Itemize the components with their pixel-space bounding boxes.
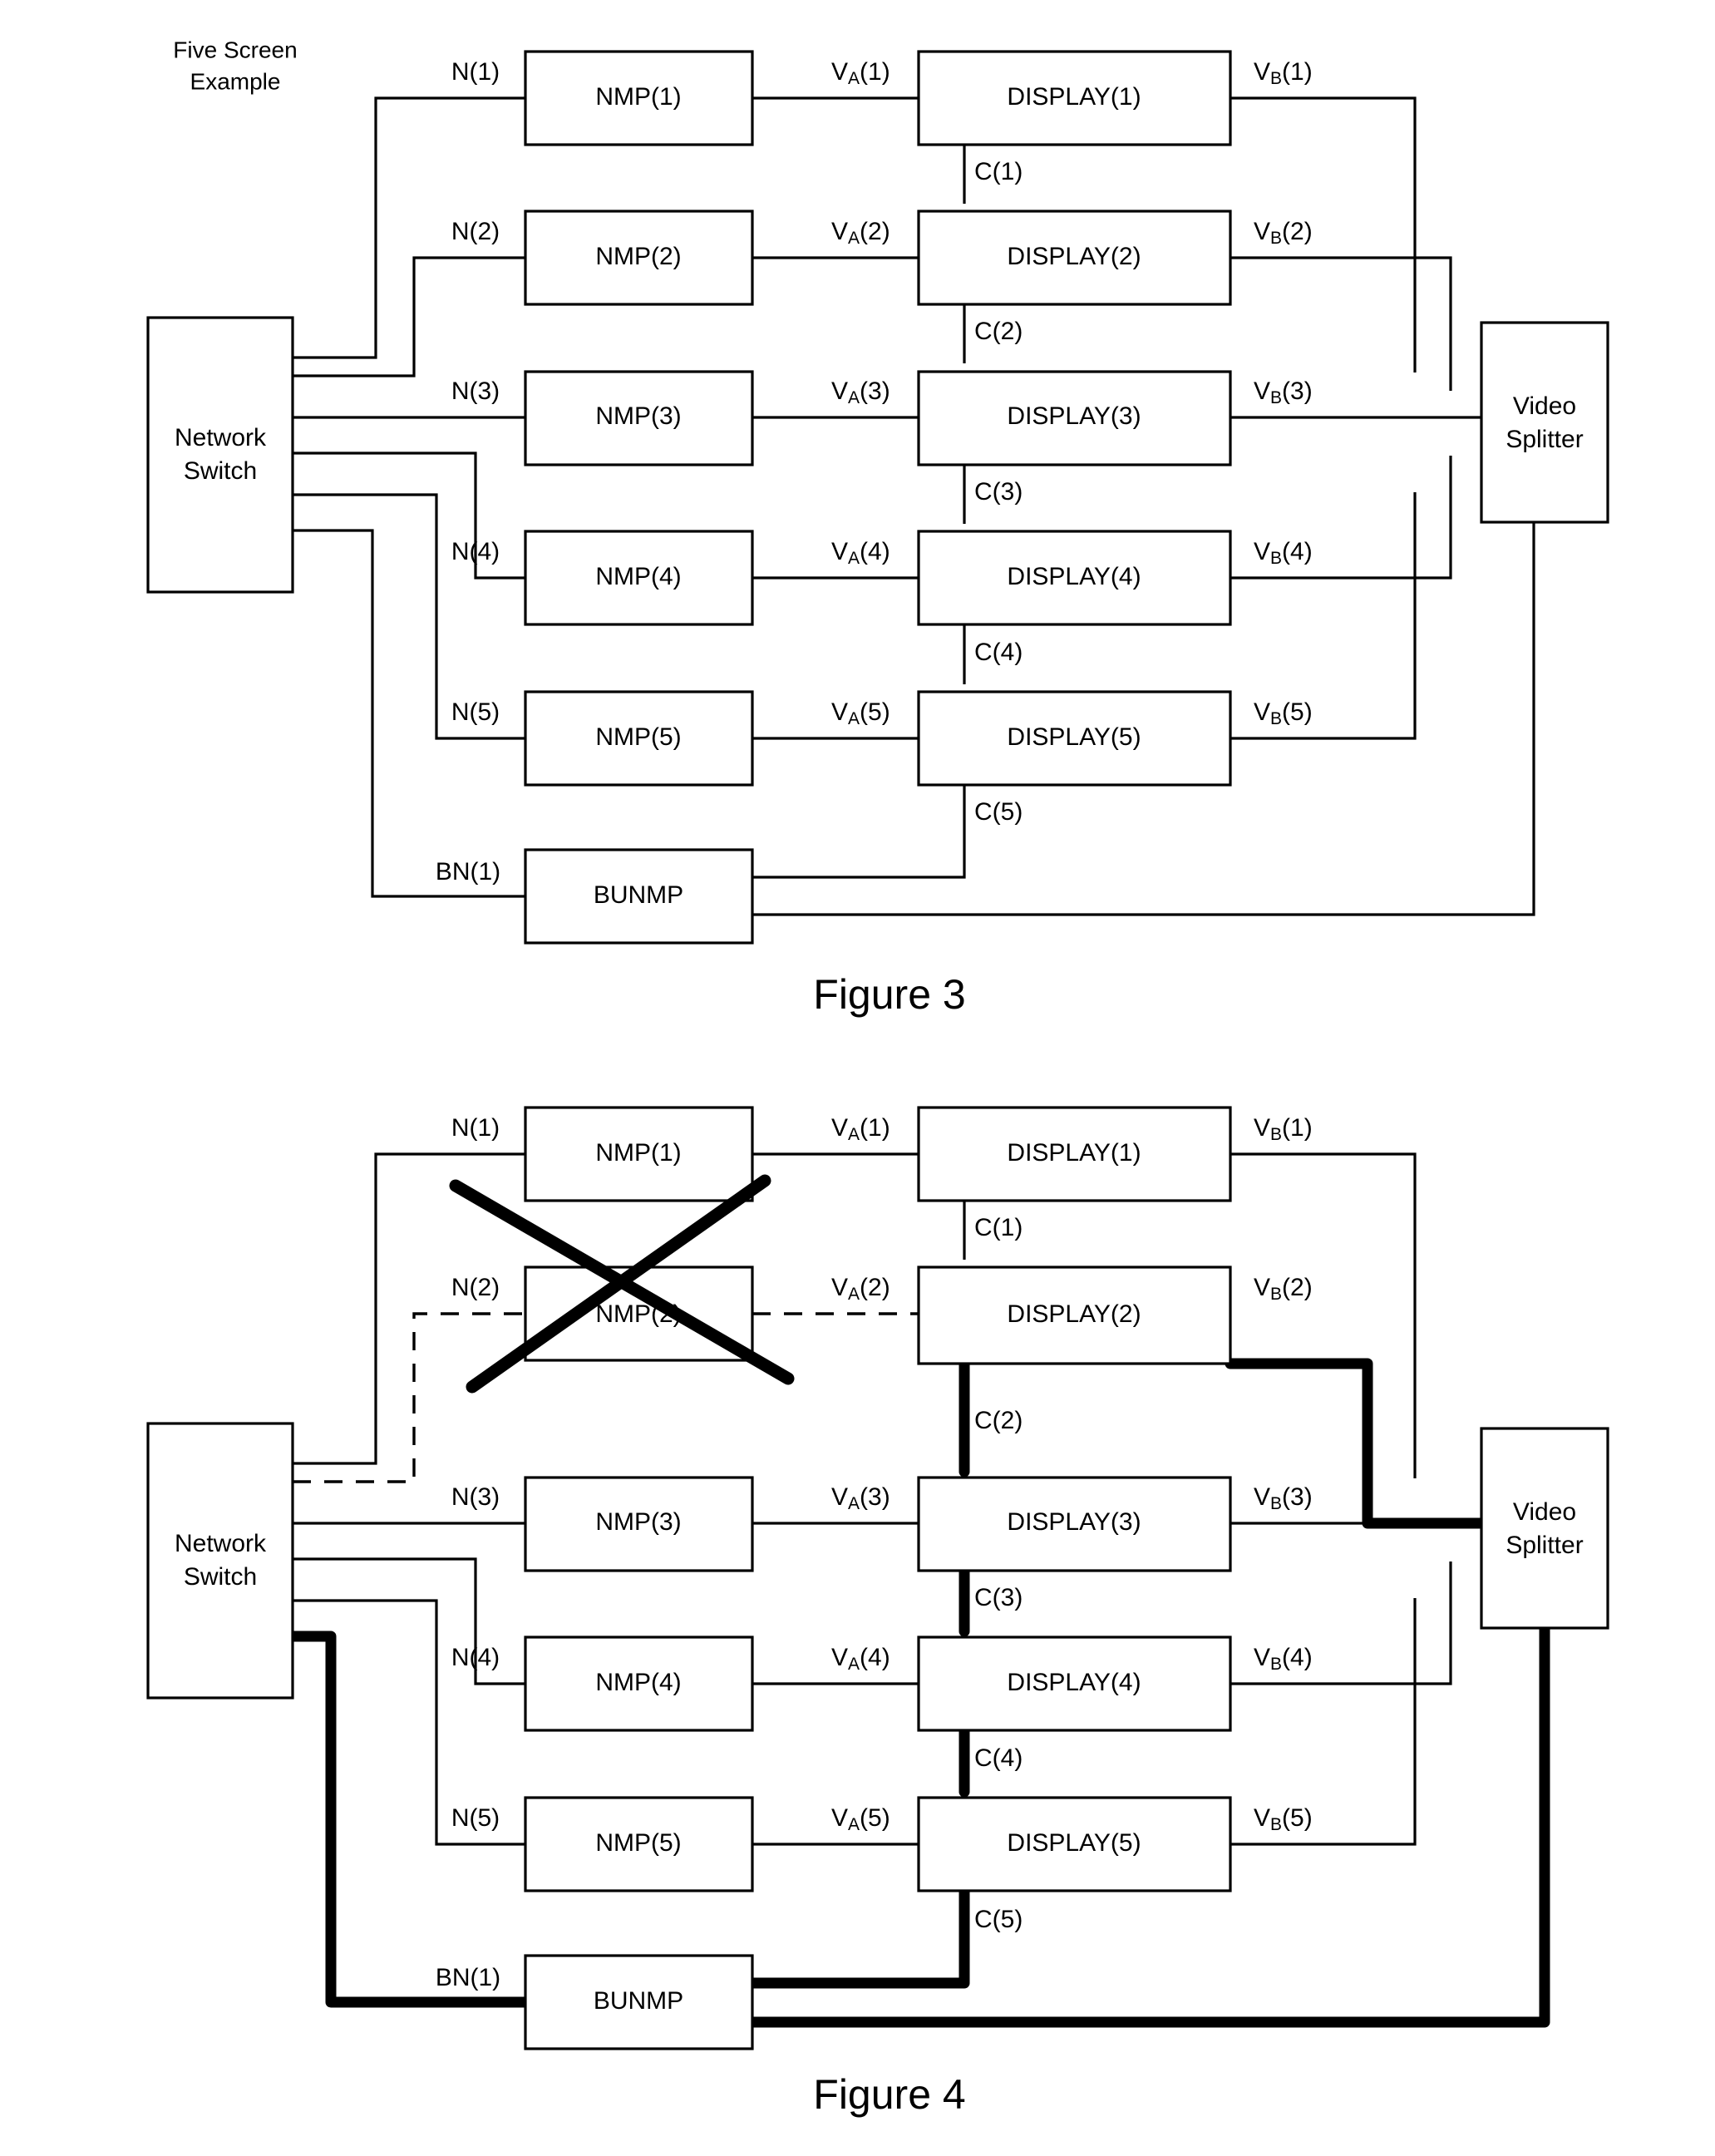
fig3-label-c3: C(3) [974,478,1023,506]
fig4-wire-c5-bold [747,1886,970,1989]
fig4-label-n3: N(3) [451,1483,500,1511]
fig4-label-vb4: VB(4) [1254,1644,1313,1674]
fig4-label-c1: C(1) [974,1214,1023,1241]
fig4-label-vb1: VB(1) [1254,1114,1313,1144]
fig4-label-n5: N(5) [451,1804,500,1832]
fig3-label-c5: C(5) [974,798,1023,826]
fig4-label-c2: C(2) [974,1407,1023,1434]
fig3-display-5-label: DISPLAY(5) [1007,723,1141,751]
fig3-label-bn1: BN(1) [436,858,500,886]
fig3-label-vb5: VB(5) [1254,698,1313,728]
fig3-note-line-1: Five Screen [173,37,297,62]
fig3-bunmp-label: BUNMP [594,881,683,909]
fig3-label-n4: N(4) [451,538,500,565]
fig3-label-n1: N(1) [451,58,500,86]
fig3-nmp-3-label: NMP(3) [595,402,681,430]
fig4-network-switch-box [146,1422,294,1700]
fig3-nmp-2-label: NMP(2) [595,243,681,270]
figure-3-diagram: Five Screen Example Network Switch Video… [146,37,1609,1018]
fig3-display-2-label: DISPLAY(2) [1007,243,1141,270]
fig3-label-c2: C(2) [974,318,1023,345]
fig3-label-n5: N(5) [451,698,500,726]
fig4-label-vb5: VB(5) [1254,1804,1313,1834]
fig4-label-c3: C(3) [974,1584,1023,1611]
fig3-label-vb3: VB(3) [1254,377,1313,407]
wire-bunmp-to-c5 [752,844,966,879]
fig3-caption: Figure 3 [813,971,965,1018]
fig4-label-c5: C(5) [974,1906,1023,1933]
fig4-network-switch-label-1: Network [175,1530,267,1557]
fig3-display-3-label: DISPLAY(3) [1007,402,1141,430]
fig4-bunmp-label: BUNMP [594,1987,683,2015]
fig4-nmp-5-label: NMP(5) [595,1829,681,1857]
fig4-display-3-label: DISPLAY(3) [1007,1508,1141,1536]
fig4-label-va1: VA(1) [831,1114,890,1144]
fig3-label-n2: N(2) [451,218,500,245]
fig4-nmp-3-label: NMP(3) [595,1508,681,1536]
fig3-nmp-5-label: NMP(5) [595,723,681,751]
fig3-label-c4: C(4) [974,639,1023,666]
wire-vb2 [1230,256,1452,391]
figure-4-diagram: Network Switch Video Splitter N(1) NMP(1… [146,1106,1609,2118]
fig4-display-2-label: DISPLAY(2) [1007,1300,1141,1328]
fig3-display-4-label: DISPLAY(4) [1007,563,1141,590]
fig4-display-1-label: DISPLAY(1) [1007,1139,1141,1167]
fig3-video-splitter-box [1480,321,1609,524]
fig3-label-va5: VA(5) [831,698,890,728]
fig4-label-bn1: BN(1) [436,1964,500,1991]
fig4-label-n4: N(4) [451,1644,500,1671]
fig3-note-line-2: Example [190,68,281,94]
fig4-label-n2: N(2) [451,1274,500,1301]
fig3-label-va3: VA(3) [831,377,890,407]
fig3-network-switch-box [146,316,294,594]
fig3-label-vb1: VB(1) [1254,58,1313,88]
fig4-video-splitter-box [1480,1427,1609,1630]
fig3-nmp-1-label: NMP(1) [595,83,681,111]
fig3-video-splitter-label-2: Splitter [1506,426,1583,453]
fig3-network-switch-label-1: Network [175,424,267,451]
fig3-label-va4: VA(4) [831,538,890,568]
fig4-nmp-4-label: NMP(4) [595,1669,681,1696]
fig3-label-vb2: VB(2) [1254,218,1313,248]
fig4-label-va2: VA(2) [831,1274,890,1304]
fig4-label-vb3: VB(3) [1254,1483,1313,1513]
fig4-caption: Figure 4 [813,2071,965,2118]
fig4-label-va4: VA(4) [831,1644,890,1674]
fig4-network-switch-label-2: Switch [184,1563,257,1591]
fig4-video-splitter-label-1: Video [1513,1498,1576,1526]
fig4-display-5-label: DISPLAY(5) [1007,1829,1141,1857]
fig4-label-c4: C(4) [974,1744,1023,1772]
fig3-label-c1: C(1) [974,158,1023,185]
fig3-label-n3: N(3) [451,377,500,405]
fig4-label-vb2: VB(2) [1254,1274,1313,1304]
fig3-label-va2: VA(2) [831,218,890,248]
fig4-label-va3: VA(3) [831,1483,890,1513]
fig4-wire-n2-dashed [293,1312,525,1483]
fig3-nmp-4-label: NMP(4) [595,563,681,590]
fig3-video-splitter-label-1: Video [1513,392,1576,420]
fig3-label-vb4: VB(4) [1254,538,1313,568]
fig4-label-n1: N(1) [451,1114,500,1142]
patent-figure-page: Five Screen Example Network Switch Video… [0,0,1715,2156]
fig4-display-4-label: DISPLAY(4) [1007,1669,1141,1696]
fig3-network-switch-label-2: Switch [184,457,257,485]
fig4-label-va5: VA(5) [831,1804,890,1834]
fig4-wire-vb1 [1230,1152,1417,1478]
fig4-video-splitter-label-2: Splitter [1506,1532,1583,1559]
fig3-display-1-label: DISPLAY(1) [1007,83,1141,111]
fig3-label-va1: VA(1) [831,58,890,88]
fig4-nmp-1-label: NMP(1) [595,1139,681,1167]
